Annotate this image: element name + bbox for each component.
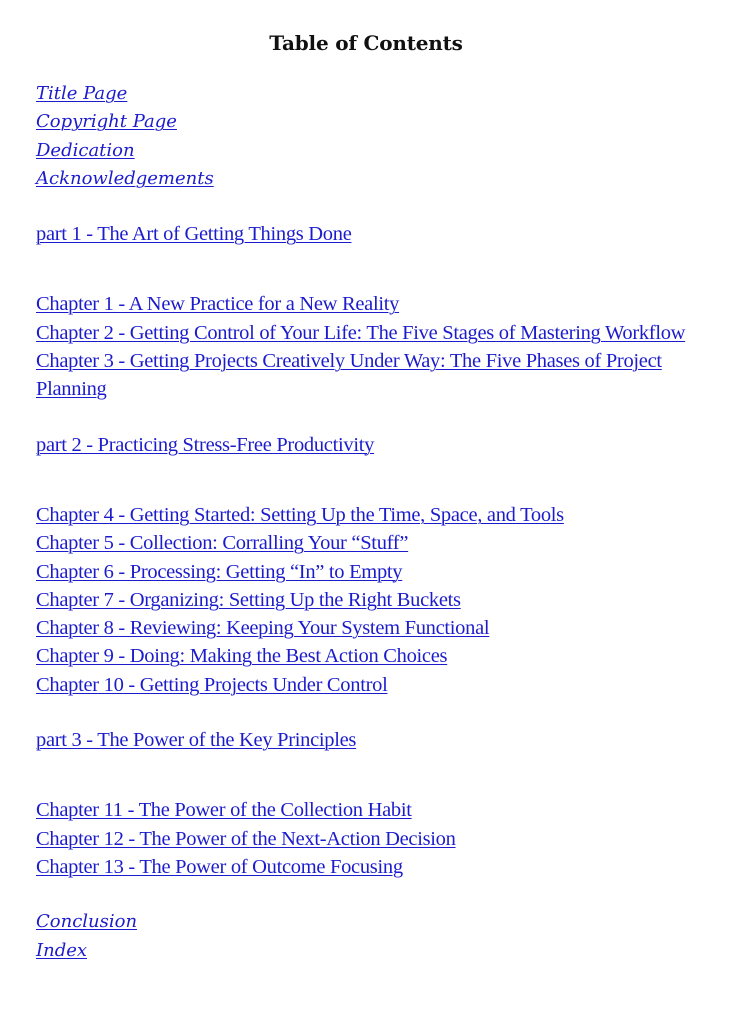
toc-page: Table of Contents Title Page Copyright P… (0, 0, 732, 1024)
toc-link-chapter-11[interactable]: Chapter 11 - The Power of the Collection… (36, 796, 716, 824)
toc-link-chapter-5[interactable]: Chapter 5 - Collection: Corralling Your … (36, 529, 716, 557)
toc-link-chapter-6[interactable]: Chapter 6 - Processing: Getting “In” to … (36, 558, 716, 586)
toc-link-chapter-7[interactable]: Chapter 7 - Organizing: Setting Up the R… (36, 586, 716, 614)
toc-link-chapter-3[interactable]: Chapter 3 - Getting Projects Creatively … (36, 347, 716, 404)
toc-link-chapter-9[interactable]: Chapter 9 - Doing: Making the Best Actio… (36, 642, 716, 670)
toc-link-chapter-2[interactable]: Chapter 2 - Getting Control of Your Life… (36, 319, 716, 347)
toc-link-chapter-4[interactable]: Chapter 4 - Getting Started: Setting Up … (36, 501, 716, 529)
toc-link-chapter-12[interactable]: Chapter 12 - The Power of the Next-Actio… (36, 825, 716, 853)
toc-link-title-page[interactable]: Title Page (36, 80, 716, 108)
toc-link-chapter-8[interactable]: Chapter 8 - Reviewing: Keeping Your Syst… (36, 614, 716, 642)
toc-link-part-3[interactable]: part 3 - The Power of the Key Principles (36, 726, 716, 754)
toc-link-part-2[interactable]: part 2 - Practicing Stress-Free Producti… (36, 431, 716, 459)
toc-link-part-1[interactable]: part 1 - The Art of Getting Things Done (36, 220, 716, 248)
toc-link-chapter-10[interactable]: Chapter 10 - Getting Projects Under Cont… (36, 671, 716, 699)
toc-link-chapter-13[interactable]: Chapter 13 - The Power of Outcome Focusi… (36, 853, 716, 881)
toc-link-copyright-page[interactable]: Copyright Page (36, 108, 716, 136)
toc-list: Title Page Copyright Page Dedication Ack… (36, 80, 716, 965)
toc-link-index[interactable]: Index (36, 937, 716, 965)
toc-link-acknowledgements[interactable]: Acknowledgements (36, 165, 716, 193)
toc-link-dedication[interactable]: Dedication (36, 137, 716, 165)
page-title: Table of Contents (269, 31, 463, 55)
toc-link-chapter-1[interactable]: Chapter 1 - A New Practice for a New Rea… (36, 290, 716, 318)
toc-link-conclusion[interactable]: Conclusion (36, 908, 716, 936)
